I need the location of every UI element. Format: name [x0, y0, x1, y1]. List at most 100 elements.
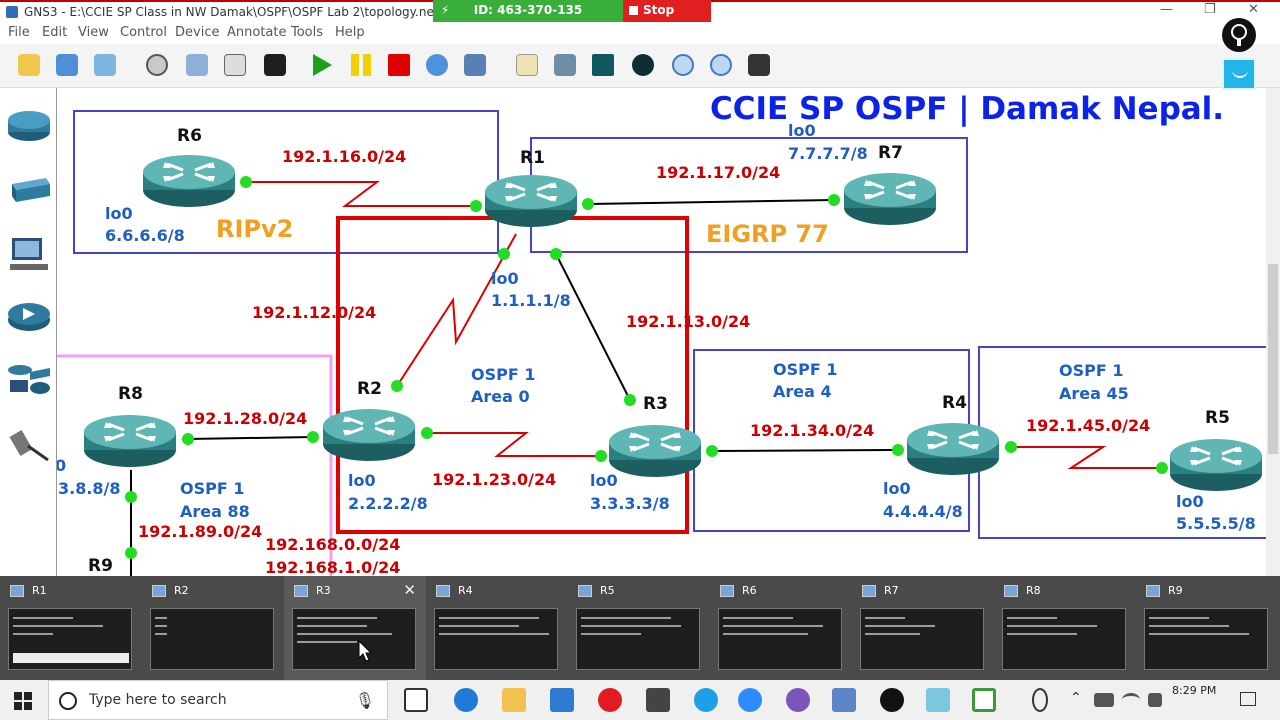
- r1-loopback-name: lo0: [491, 269, 519, 288]
- action-center-icon[interactable]: [1240, 692, 1256, 706]
- menu-view[interactable]: View: [78, 25, 109, 40]
- router-r2[interactable]: [321, 407, 417, 463]
- link-r1-r3[interactable]: [555, 253, 631, 401]
- menu-control[interactable]: Control: [120, 25, 167, 40]
- zoom-in-icon[interactable]: [668, 50, 698, 80]
- volume-icon[interactable]: [1148, 693, 1162, 707]
- insert-picture-icon[interactable]: [550, 50, 580, 80]
- link-r1-r2[interactable]: [396, 233, 517, 387]
- preview-r5[interactable]: R5: [568, 576, 710, 680]
- preview-r2[interactable]: R2: [142, 576, 284, 680]
- router-r5[interactable]: [1168, 437, 1264, 493]
- minimize-icon[interactable]: —: [1160, 2, 1173, 17]
- link-r8-r2[interactable]: [187, 436, 314, 440]
- webcam-overlay-icon[interactable]: [1222, 58, 1256, 90]
- router-r4[interactable]: [905, 421, 1001, 477]
- new-project-icon[interactable]: [14, 50, 44, 80]
- add-link-icon[interactable]: [6, 424, 52, 464]
- canvas-vertical-scrollbar[interactable]: [1266, 88, 1280, 576]
- close-preview-icon[interactable]: ✕: [403, 581, 416, 599]
- preview-r7[interactable]: R7: [852, 576, 994, 680]
- putty-taskbar-icon[interactable]: [832, 688, 856, 712]
- topology-diagram: CCIE SP OSPF | Damak Nepal. R6 R1 R7 R8 …: [57, 91, 1266, 576]
- camtasia-icon[interactable]: [972, 688, 996, 712]
- link-r4-r5[interactable]: [1011, 446, 1162, 469]
- store-icon[interactable]: [550, 688, 574, 712]
- switches-icon[interactable]: [6, 170, 52, 210]
- putty-icon: [294, 585, 308, 597]
- draw-ellipse-icon[interactable]: [628, 50, 658, 80]
- save-project-icon[interactable]: [90, 50, 120, 80]
- router-r1[interactable]: [483, 173, 579, 229]
- edge-browser-icon[interactable]: [454, 688, 478, 712]
- stop-share-button[interactable]: Stop Share: [623, 0, 711, 37]
- preview-r9[interactable]: R9: [1136, 576, 1278, 680]
- all-devices-icon[interactable]: [6, 358, 52, 398]
- reload-all-icon[interactable]: [422, 50, 452, 80]
- start-all-icon[interactable]: [306, 50, 336, 80]
- preview-r3[interactable]: R3 ✕: [284, 576, 426, 680]
- router-r6[interactable]: [141, 153, 237, 209]
- menu-file[interactable]: File: [8, 25, 30, 40]
- screenshot-icon[interactable]: [744, 50, 774, 80]
- idle-pc-icon[interactable]: [182, 50, 212, 80]
- show-hidden-icons[interactable]: ⌃: [1070, 690, 1082, 706]
- menu-edit[interactable]: Edit: [42, 25, 67, 40]
- stop-all-icon[interactable]: [384, 50, 414, 80]
- area45-ospf-label: OSPF 1: [1059, 361, 1123, 380]
- taskbar-clock[interactable]: 8:29 PM: [1172, 684, 1216, 697]
- opera-icon[interactable]: [598, 688, 622, 712]
- console-to-all-icon[interactable]: [220, 50, 250, 80]
- task-view-icon[interactable]: [404, 688, 428, 712]
- battery-icon[interactable]: [1094, 693, 1114, 707]
- preview-r8[interactable]: R8: [994, 576, 1136, 680]
- add-note-icon[interactable]: [512, 50, 542, 80]
- putty-icon: [1004, 585, 1018, 597]
- r2-loopback-name: lo0: [348, 471, 376, 490]
- link-r3-r4[interactable]: [711, 449, 899, 452]
- topology-canvas[interactable]: CCIE SP OSPF | Damak Nepal. R6 R1 R7 R8 …: [57, 88, 1266, 576]
- virtualbox-icon[interactable]: [460, 50, 490, 80]
- windows-start-icon[interactable]: [14, 692, 32, 710]
- preview-r1[interactable]: R1: [0, 576, 142, 680]
- pause-icon: [351, 54, 371, 76]
- menu-annotate[interactable]: Annotate: [227, 25, 286, 40]
- open-project-icon[interactable]: [52, 50, 82, 80]
- wifi-icon[interactable]: [1122, 693, 1140, 707]
- router-r7[interactable]: [842, 171, 938, 227]
- paint-app-icon[interactable]: [786, 688, 810, 712]
- microphone-icon[interactable]: 🎙: [355, 691, 375, 710]
- link-r6-r1[interactable]: [246, 181, 476, 207]
- skype-icon[interactable]: [694, 688, 718, 712]
- annotation-pen-icon[interactable]: [1222, 18, 1256, 52]
- zoom-out-icon[interactable]: [706, 50, 736, 80]
- mail-icon[interactable]: [646, 688, 670, 712]
- play-icon: [313, 54, 332, 76]
- menu-device[interactable]: Device: [175, 25, 219, 40]
- link-r2-r3[interactable]: [427, 432, 601, 457]
- preview-r6[interactable]: R6: [710, 576, 852, 680]
- suspend-all-icon[interactable]: [346, 50, 376, 80]
- router-r8[interactable]: [82, 413, 178, 469]
- close-icon[interactable]: ✕: [1248, 2, 1259, 17]
- restore-icon[interactable]: ❐: [1204, 2, 1216, 17]
- routers-icon[interactable]: [6, 106, 52, 146]
- taskbar-search-box[interactable]: Type here to search 🎙: [48, 680, 388, 720]
- annotation-app-icon[interactable]: [880, 688, 904, 712]
- security-devices-icon[interactable]: [6, 296, 52, 336]
- end-devices-icon[interactable]: [6, 234, 52, 274]
- router-r3[interactable]: [607, 423, 703, 479]
- menu-help[interactable]: Help: [335, 25, 365, 40]
- menu-tools[interactable]: Tools: [291, 25, 323, 40]
- console-icon[interactable]: [260, 50, 290, 80]
- preview-r4[interactable]: R4: [426, 576, 568, 680]
- zoom-app-icon[interactable]: [738, 688, 762, 712]
- file-explorer-icon[interactable]: [502, 688, 526, 712]
- draw-rectangle-icon[interactable]: [588, 50, 618, 80]
- notes-app-icon[interactable]: [926, 688, 950, 712]
- scrollbar-thumb[interactable]: [1268, 264, 1278, 454]
- pin-icon[interactable]: ⚡: [441, 0, 449, 20]
- snapshot-icon[interactable]: [142, 50, 172, 80]
- link-r1-r7[interactable]: [587, 199, 835, 205]
- people-icon[interactable]: [1032, 688, 1048, 712]
